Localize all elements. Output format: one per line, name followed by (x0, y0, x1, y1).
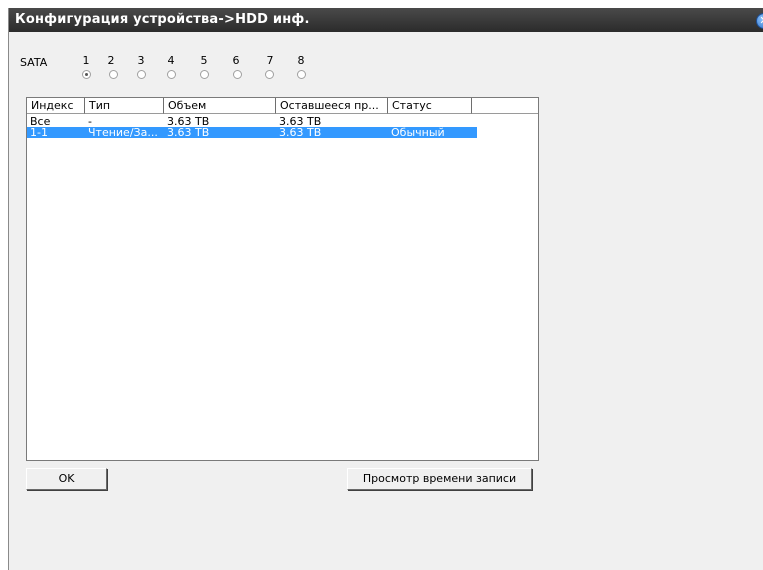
sata-port-5-label: 5 (200, 54, 208, 67)
column-header-index[interactable]: Индекс (27, 98, 85, 114)
sata-port-7-label: 7 (266, 54, 274, 67)
sata-port-8-radio[interactable] (297, 70, 306, 79)
cell-remaining: 3.63 TB (279, 127, 322, 138)
table-row[interactable]: Все - 3.63 TB 3.63 TB (27, 116, 477, 127)
cell-status: Обычный (391, 127, 445, 138)
column-header-capacity[interactable]: Объем (164, 98, 276, 114)
table-row-selected[interactable]: 1-1 Чтение/За... 3.63 TB 3.63 TB Обычный (27, 127, 477, 138)
table-header: Индекс Тип Объем Оставшееся пр... Статус (27, 98, 538, 115)
sata-port-2-label: 2 (107, 54, 115, 67)
sata-port-4-radio[interactable] (167, 70, 176, 79)
column-header-type[interactable]: Тип (85, 98, 164, 114)
sata-port-1-radio[interactable] (82, 70, 91, 79)
cell-capacity: 3.63 TB (167, 127, 210, 138)
view-record-time-button[interactable]: Просмотр времени записи (347, 468, 532, 490)
sata-label: SATA (20, 56, 48, 69)
ok-button[interactable]: OK (26, 468, 107, 490)
cell-type: - (88, 116, 92, 127)
sata-port-2-radio[interactable] (109, 70, 118, 79)
sata-port-6-label: 6 (232, 54, 240, 67)
sata-port-5-radio[interactable] (200, 70, 209, 79)
dialog-title: Конфигурация устройства->HDD инф. (9, 8, 763, 32)
cell-type: Чтение/За... (88, 127, 158, 138)
sata-port-3-radio[interactable] (137, 70, 146, 79)
sata-port-3-label: 3 (137, 54, 145, 67)
sata-port-1-label: 1 (82, 54, 90, 67)
cell-capacity: 3.63 TB (167, 116, 210, 127)
cell-remaining: 3.63 TB (279, 116, 322, 127)
sata-port-7-radio[interactable] (265, 70, 274, 79)
hdd-table[interactable]: Индекс Тип Объем Оставшееся пр... Статус… (26, 97, 539, 461)
hdd-info-dialog: Конфигурация устройства->HDD инф. ✕ SATA… (8, 8, 763, 570)
column-header-filler (472, 98, 538, 114)
cell-status (388, 116, 472, 127)
sata-port-6-radio[interactable] (233, 70, 242, 79)
column-header-status[interactable]: Статус (388, 98, 472, 114)
cell-index: 1-1 (30, 127, 48, 138)
sata-port-4-label: 4 (167, 54, 175, 67)
sata-port-8-label: 8 (297, 54, 305, 67)
column-header-remaining[interactable]: Оставшееся пр... (276, 98, 388, 114)
cell-index: Все (30, 116, 51, 127)
